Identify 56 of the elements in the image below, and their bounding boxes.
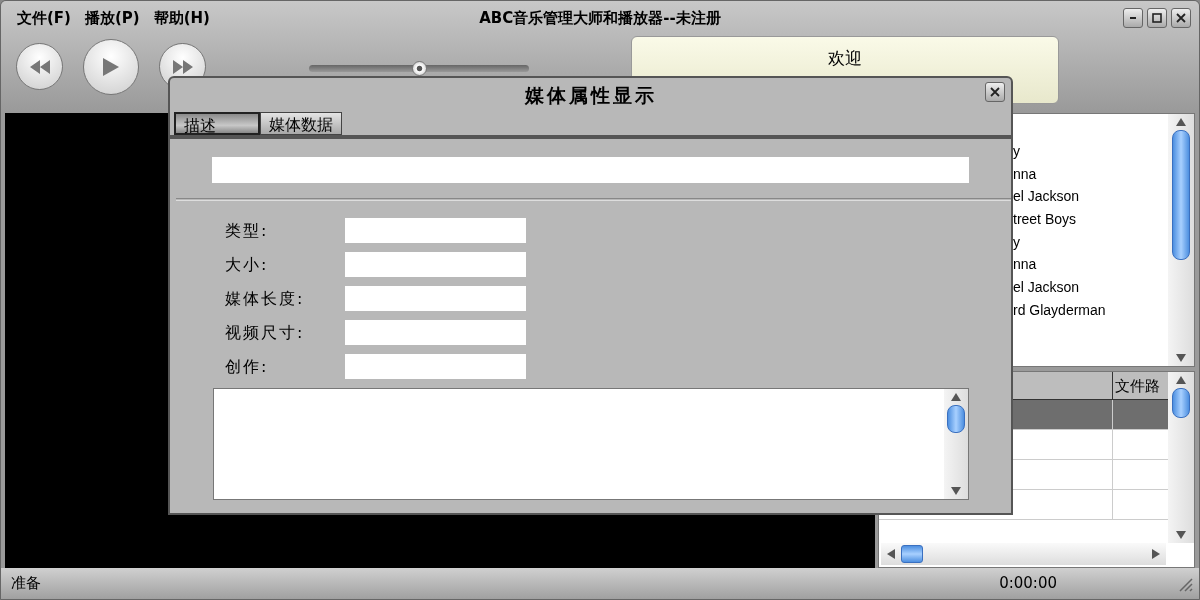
scroll-down-icon[interactable] (1176, 531, 1186, 539)
scroll-thumb[interactable] (1172, 130, 1190, 260)
window-title: ABC音乐管理大师和播放器--未注册 (479, 7, 721, 29)
maximize-icon (1151, 12, 1163, 24)
play-icon (102, 58, 120, 76)
field-label: 大小: (225, 253, 270, 276)
input-field[interactable] (345, 320, 526, 345)
input-field[interactable] (345, 218, 526, 243)
menu-item[interactable]: 帮助(H) (153, 6, 210, 30)
scroll-thumb[interactable] (901, 545, 923, 563)
scroll-down-icon[interactable] (1176, 354, 1186, 362)
slider-thumb[interactable] (412, 61, 427, 76)
scroll-thumb[interactable] (1172, 388, 1190, 418)
field-label: 视频尺寸: (225, 321, 306, 344)
maximize-button[interactable] (1147, 8, 1167, 28)
rewind-button[interactable] (16, 43, 63, 90)
field-label: 媒体长度: (225, 287, 306, 310)
scrollbar[interactable] (1168, 114, 1194, 366)
playlist-item[interactable]: el Jackson (1013, 276, 1168, 299)
play-button[interactable] (83, 39, 139, 95)
time-display: 0:00:00 (999, 573, 1057, 595)
scroll-thumb[interactable] (947, 405, 965, 433)
scrollbar[interactable] (881, 543, 1166, 565)
playlist-item[interactable]: rd Glayderman (1013, 298, 1168, 322)
status-text: 准备 (11, 573, 41, 595)
resize-grip-icon[interactable] (1177, 575, 1193, 592)
playlist-item[interactable]: el Jackson (1013, 185, 1168, 209)
menu-item[interactable]: 播放(P) (84, 6, 140, 30)
playlist-item[interactable]: nna (1013, 253, 1168, 277)
close-button[interactable] (1171, 8, 1191, 28)
tab[interactable]: 媒体数据 (260, 112, 342, 135)
minimize-button[interactable] (1123, 8, 1143, 28)
playlist-item[interactable]: y (1013, 230, 1168, 254)
field-label: 类型: (225, 219, 270, 242)
playlist-item[interactable]: y (1013, 140, 1168, 163)
scrollbar[interactable] (1168, 372, 1194, 543)
input-field[interactable] (345, 286, 526, 311)
scroll-right-icon[interactable] (1152, 549, 1160, 559)
scroll-down-icon[interactable] (951, 487, 961, 495)
text-area[interactable] (213, 388, 969, 500)
playlist-item[interactable]: nna (1013, 162, 1168, 186)
input-field[interactable] (212, 157, 969, 183)
rewind-icon (28, 57, 51, 76)
close-icon (1175, 12, 1187, 24)
close-button[interactable] (985, 82, 1005, 102)
playlist-item[interactable]: treet Boys (1013, 208, 1168, 231)
input-field[interactable] (345, 354, 526, 379)
scroll-up-icon[interactable] (1176, 118, 1186, 126)
close-icon (989, 86, 1001, 98)
scroll-left-icon[interactable] (887, 549, 895, 559)
minimize-icon (1130, 17, 1136, 19)
menu-item[interactable]: 文件(F) (17, 6, 71, 30)
field-label: 创作: (225, 355, 270, 378)
tab[interactable]: 描述 (174, 112, 260, 135)
input-field[interactable] (345, 252, 526, 277)
scroll-up-icon[interactable] (1176, 376, 1186, 384)
